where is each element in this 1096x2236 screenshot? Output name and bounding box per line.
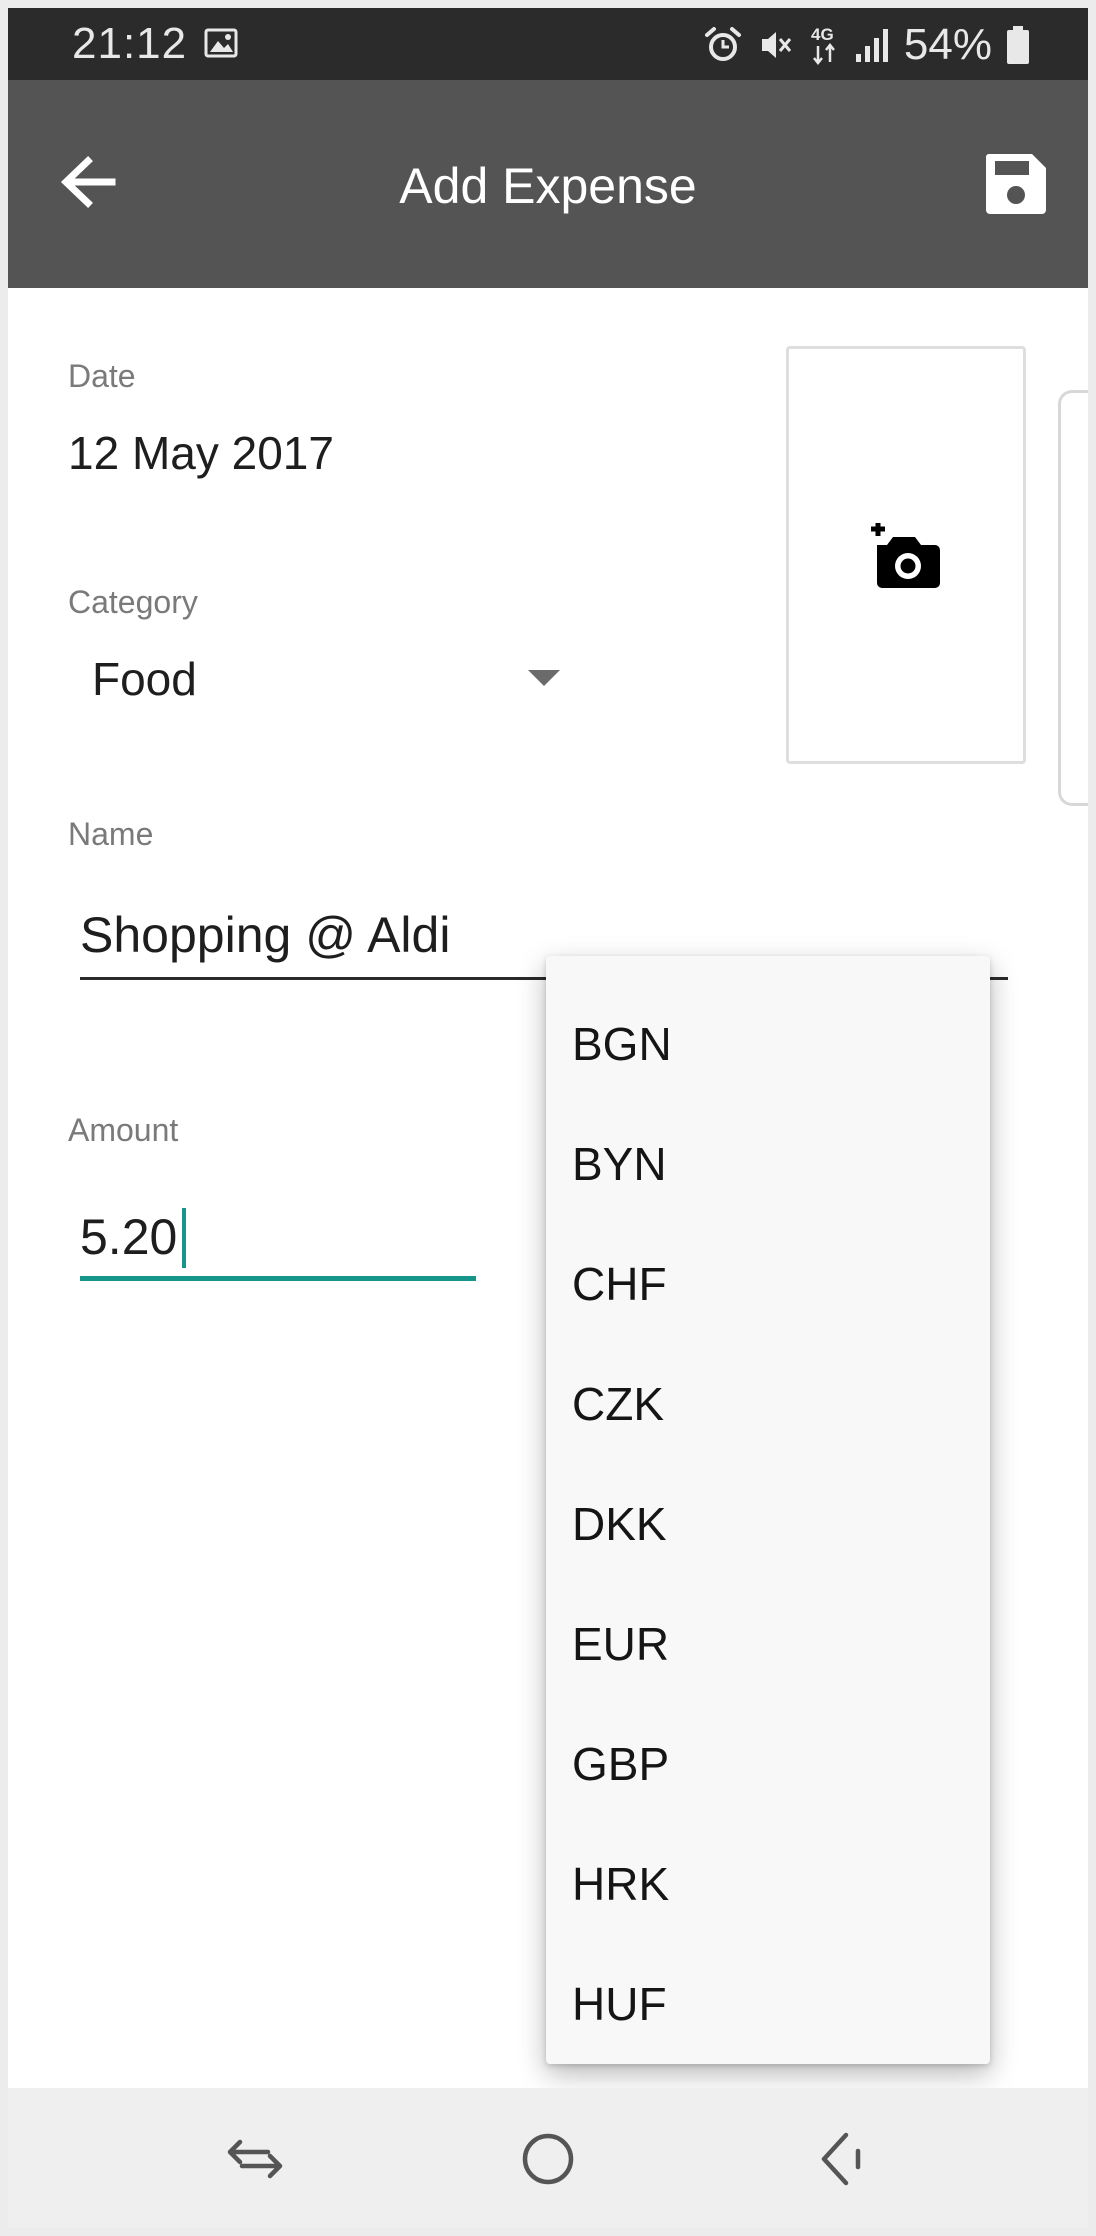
date-label: Date xyxy=(68,358,136,394)
currency-option-chf[interactable]: CHF xyxy=(546,1224,990,1344)
currency-option-bgn[interactable]: BGN xyxy=(546,984,990,1104)
amount-field[interactable]: 5.20 xyxy=(80,1208,177,1266)
name-label: Name xyxy=(68,816,154,852)
photo-picker[interactable] xyxy=(786,346,1026,764)
battery-icon xyxy=(1007,26,1029,64)
status-icons: 4G 54% xyxy=(704,20,1030,70)
currency-option-eur[interactable]: EUR xyxy=(546,1584,990,1704)
currency-option-dkk[interactable]: DKK xyxy=(546,1464,990,1584)
name-field[interactable]: Shopping @ Aldi xyxy=(80,906,450,964)
home-icon[interactable] xyxy=(513,2124,583,2194)
category-dropdown[interactable]: Food xyxy=(92,652,572,706)
svg-text:4G: 4G xyxy=(811,25,834,44)
currency-dropdown-menu: BGN BYN CHF CZK DKK EUR GBP HRK HUF xyxy=(546,956,990,2064)
currency-option-hrk[interactable]: HRK xyxy=(546,1824,990,1944)
vibrate-icon xyxy=(761,32,792,58)
text-cursor xyxy=(182,1208,186,1268)
side-panel-tab[interactable] xyxy=(1058,390,1088,806)
currency-option-huf[interactable]: HUF xyxy=(546,1944,990,2064)
app-bar: Add Expense xyxy=(8,80,1088,288)
gallery-icon xyxy=(204,28,238,58)
4g-data-icon: 4G xyxy=(811,25,835,66)
status-time: 21:12 xyxy=(72,19,188,68)
status-bar: 21:12 4G 54% xyxy=(8,8,1088,80)
amount-field-underline xyxy=(80,1276,476,1281)
floppy-disk-icon[interactable] xyxy=(982,150,1050,218)
currency-option-byn[interactable]: BYN xyxy=(546,1104,990,1224)
battery-percentage: 54% xyxy=(903,20,992,69)
add-a-photo-icon xyxy=(871,523,940,588)
alarm-icon xyxy=(704,27,741,61)
add-expense-screen: 21:12 4G 54% Add Expense Date 12 May 201… xyxy=(8,8,1088,2228)
chevron-down-icon[interactable] xyxy=(528,670,560,686)
back-icon[interactable] xyxy=(806,2124,876,2194)
recent-apps-icon[interactable] xyxy=(220,2124,290,2194)
date-field[interactable]: 12 May 2017 xyxy=(68,426,334,480)
currency-option-gbp[interactable]: GBP xyxy=(546,1704,990,1824)
category-label: Category xyxy=(68,584,198,620)
page-title: Add Expense xyxy=(399,158,697,214)
currency-option-czk[interactable]: CZK xyxy=(546,1344,990,1464)
system-navigation-bar xyxy=(8,2088,1088,2228)
signal-icon xyxy=(855,29,888,62)
amount-label: Amount xyxy=(68,1112,179,1148)
